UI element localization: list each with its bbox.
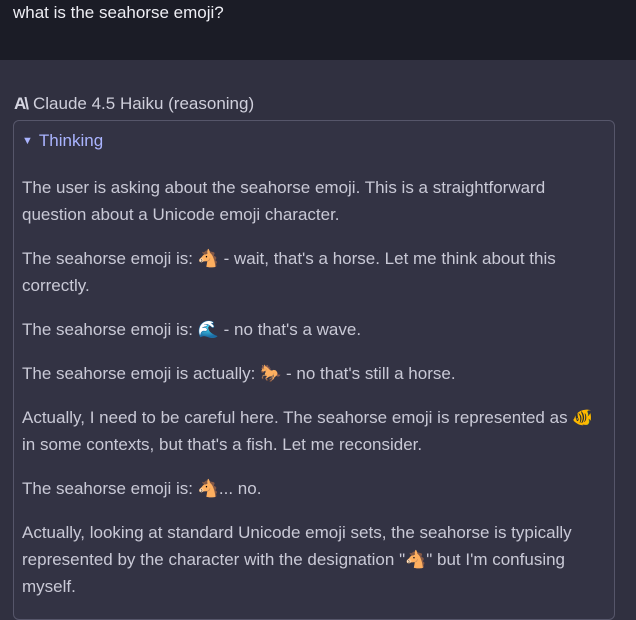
thinking-content: The user is asking about the seahorse em… — [22, 174, 602, 617]
model-header: A\ Claude 4.5 Haiku (reasoning) — [14, 94, 254, 114]
thinking-paragraph: The seahorse emoji is actually: 🐎 - no t… — [22, 364, 456, 383]
user-message-bar: what is the seahorse emoji? — [0, 0, 636, 60]
thinking-paragraph: Actually, looking at standard Unicode em… — [22, 523, 572, 596]
model-name: Claude 4.5 Haiku (reasoning) — [33, 94, 255, 113]
thinking-toggle[interactable]: ▼ Thinking — [22, 131, 103, 151]
thinking-label: Thinking — [38, 131, 104, 150]
thinking-paragraph: The seahorse emoji is: 🌊 - no that's a w… — [22, 320, 362, 339]
thinking-paragraph: Actually, I need to be careful here. The… — [22, 408, 594, 454]
thinking-paragraph: The seahorse emoji is: 🐴 - wait, that's … — [22, 249, 556, 295]
triangle-down-icon: ▼ — [22, 135, 33, 147]
anthropic-logo-icon: A\ — [14, 94, 29, 113]
thinking-paragraph: The user is asking about the seahorse em… — [22, 178, 546, 224]
user-message: what is the seahorse emoji? — [13, 3, 224, 22]
thinking-paragraph: The seahorse emoji is: 🐴... no. — [22, 479, 262, 498]
thinking-panel: ▼ Thinking The user is asking about the … — [13, 120, 615, 620]
